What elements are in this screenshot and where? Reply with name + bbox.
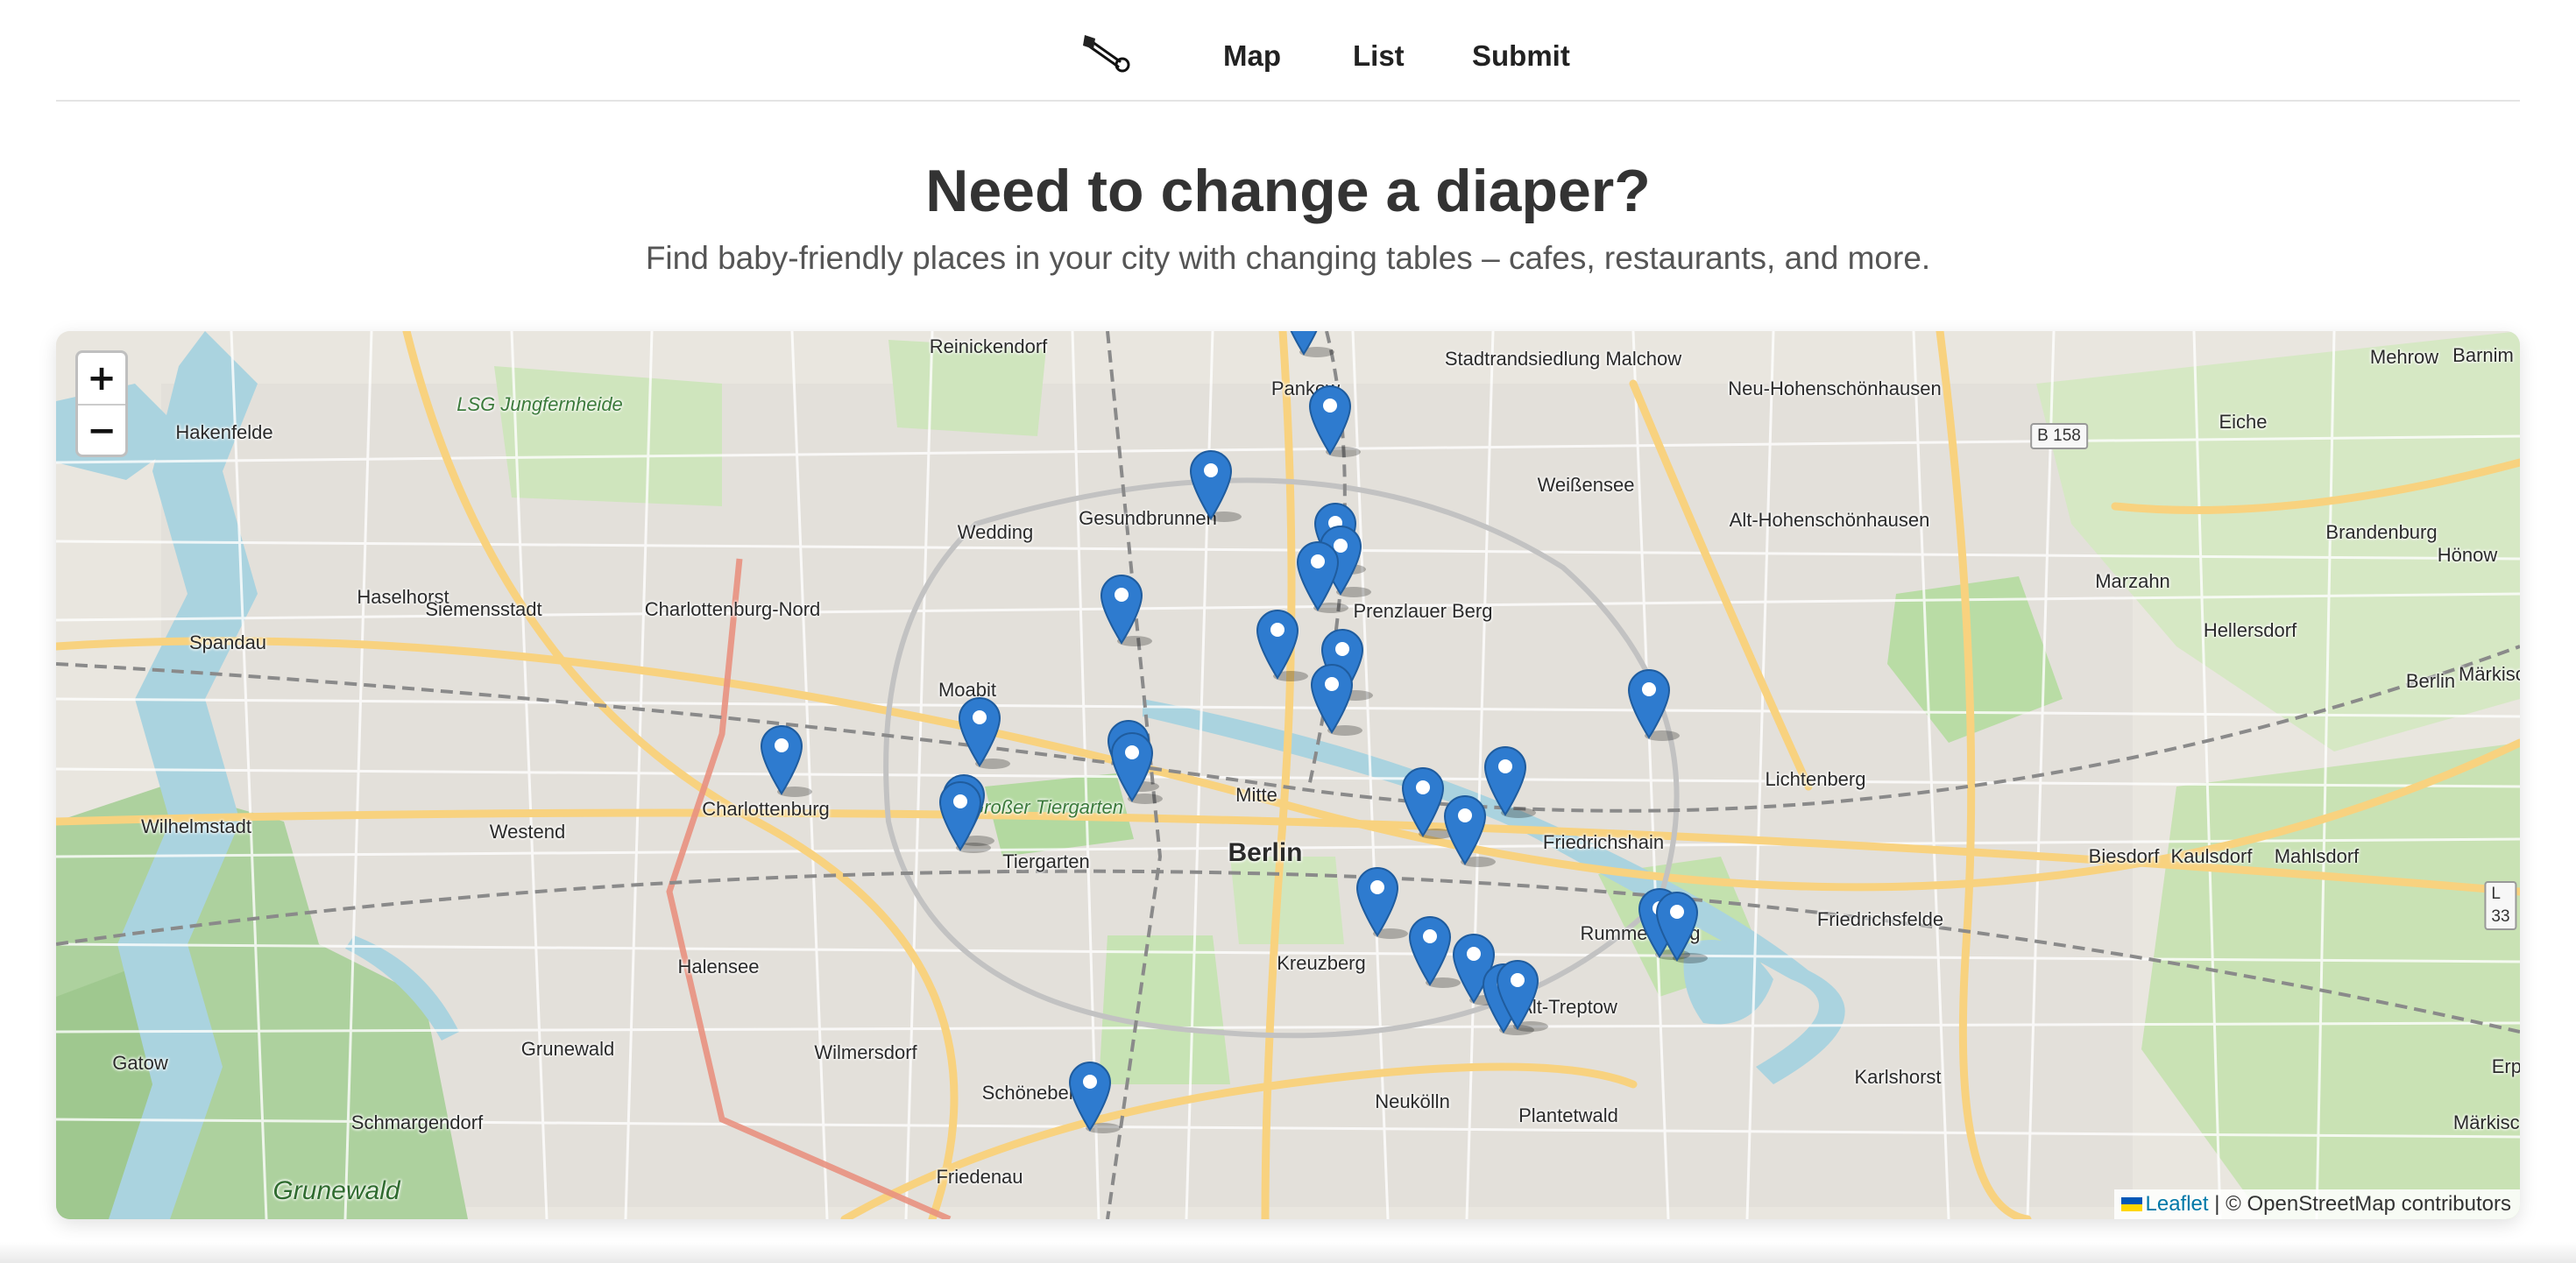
ukraine-flag-icon xyxy=(2120,1197,2142,1211)
map-marker-icon[interactable] xyxy=(760,723,812,797)
map-marker-icon[interactable] xyxy=(1308,384,1361,457)
map-marker-icon[interactable] xyxy=(1110,730,1163,804)
top-nav: Map List Submit xyxy=(56,0,2520,102)
zoom-out-button[interactable]: − xyxy=(78,404,125,455)
page-subtitle: Find baby-friendly places in your city w… xyxy=(645,240,1931,276)
nav-list-link[interactable]: List xyxy=(1353,33,1405,79)
map-attribution: Leaflet | © OpenStreetMap contributors xyxy=(2113,1189,2520,1219)
zoom-in-button[interactable]: + xyxy=(78,353,125,404)
attribution-text: | © OpenStreetMap contributors xyxy=(2208,1192,2511,1216)
leaflet-link[interactable]: Leaflet xyxy=(2146,1192,2209,1216)
map-marker-icon[interactable] xyxy=(938,780,991,853)
map-marker-icon[interactable] xyxy=(1496,958,1548,1032)
map-marker-icon[interactable] xyxy=(1408,914,1461,988)
safety-pin-icon[interactable] xyxy=(1079,28,1136,77)
map-marker-icon[interactable] xyxy=(1256,608,1308,681)
map-marker-icon[interactable] xyxy=(1068,1060,1121,1133)
map-tiles[interactable] xyxy=(56,331,2520,1219)
map-marker-icon[interactable] xyxy=(1296,540,1348,613)
zoom-control: + − xyxy=(75,350,128,457)
road-shield: L 33 xyxy=(2484,881,2517,930)
map[interactable]: Reinickendorf Pankow Stadtrandsiedlung Mal… xyxy=(56,331,2520,1219)
nav-submit-link[interactable]: Submit xyxy=(1472,33,1570,79)
road-shield: B 158 xyxy=(2030,423,2088,449)
map-marker-icon[interactable] xyxy=(1100,573,1152,646)
safety-pin-icon-graphic xyxy=(1083,35,1130,73)
map-marker-icon[interactable] xyxy=(1282,331,1334,357)
map-marker-icon[interactable] xyxy=(1483,744,1536,818)
map-marker-icon[interactable] xyxy=(1401,766,1454,839)
page-title: Need to change a diaper? xyxy=(925,158,1651,224)
map-marker-icon[interactable] xyxy=(1627,667,1680,741)
map-marker-icon[interactable] xyxy=(1310,662,1362,736)
page-bottom-edge xyxy=(0,1242,2576,1263)
map-marker-icon[interactable] xyxy=(1355,865,1408,939)
map-marker-icon[interactable] xyxy=(958,695,1010,769)
nav-map-link[interactable]: Map xyxy=(1223,33,1281,79)
map-marker-icon[interactable] xyxy=(1189,448,1242,522)
map-marker-icon[interactable] xyxy=(1655,890,1708,963)
map-marker-icon[interactable] xyxy=(1443,794,1496,867)
